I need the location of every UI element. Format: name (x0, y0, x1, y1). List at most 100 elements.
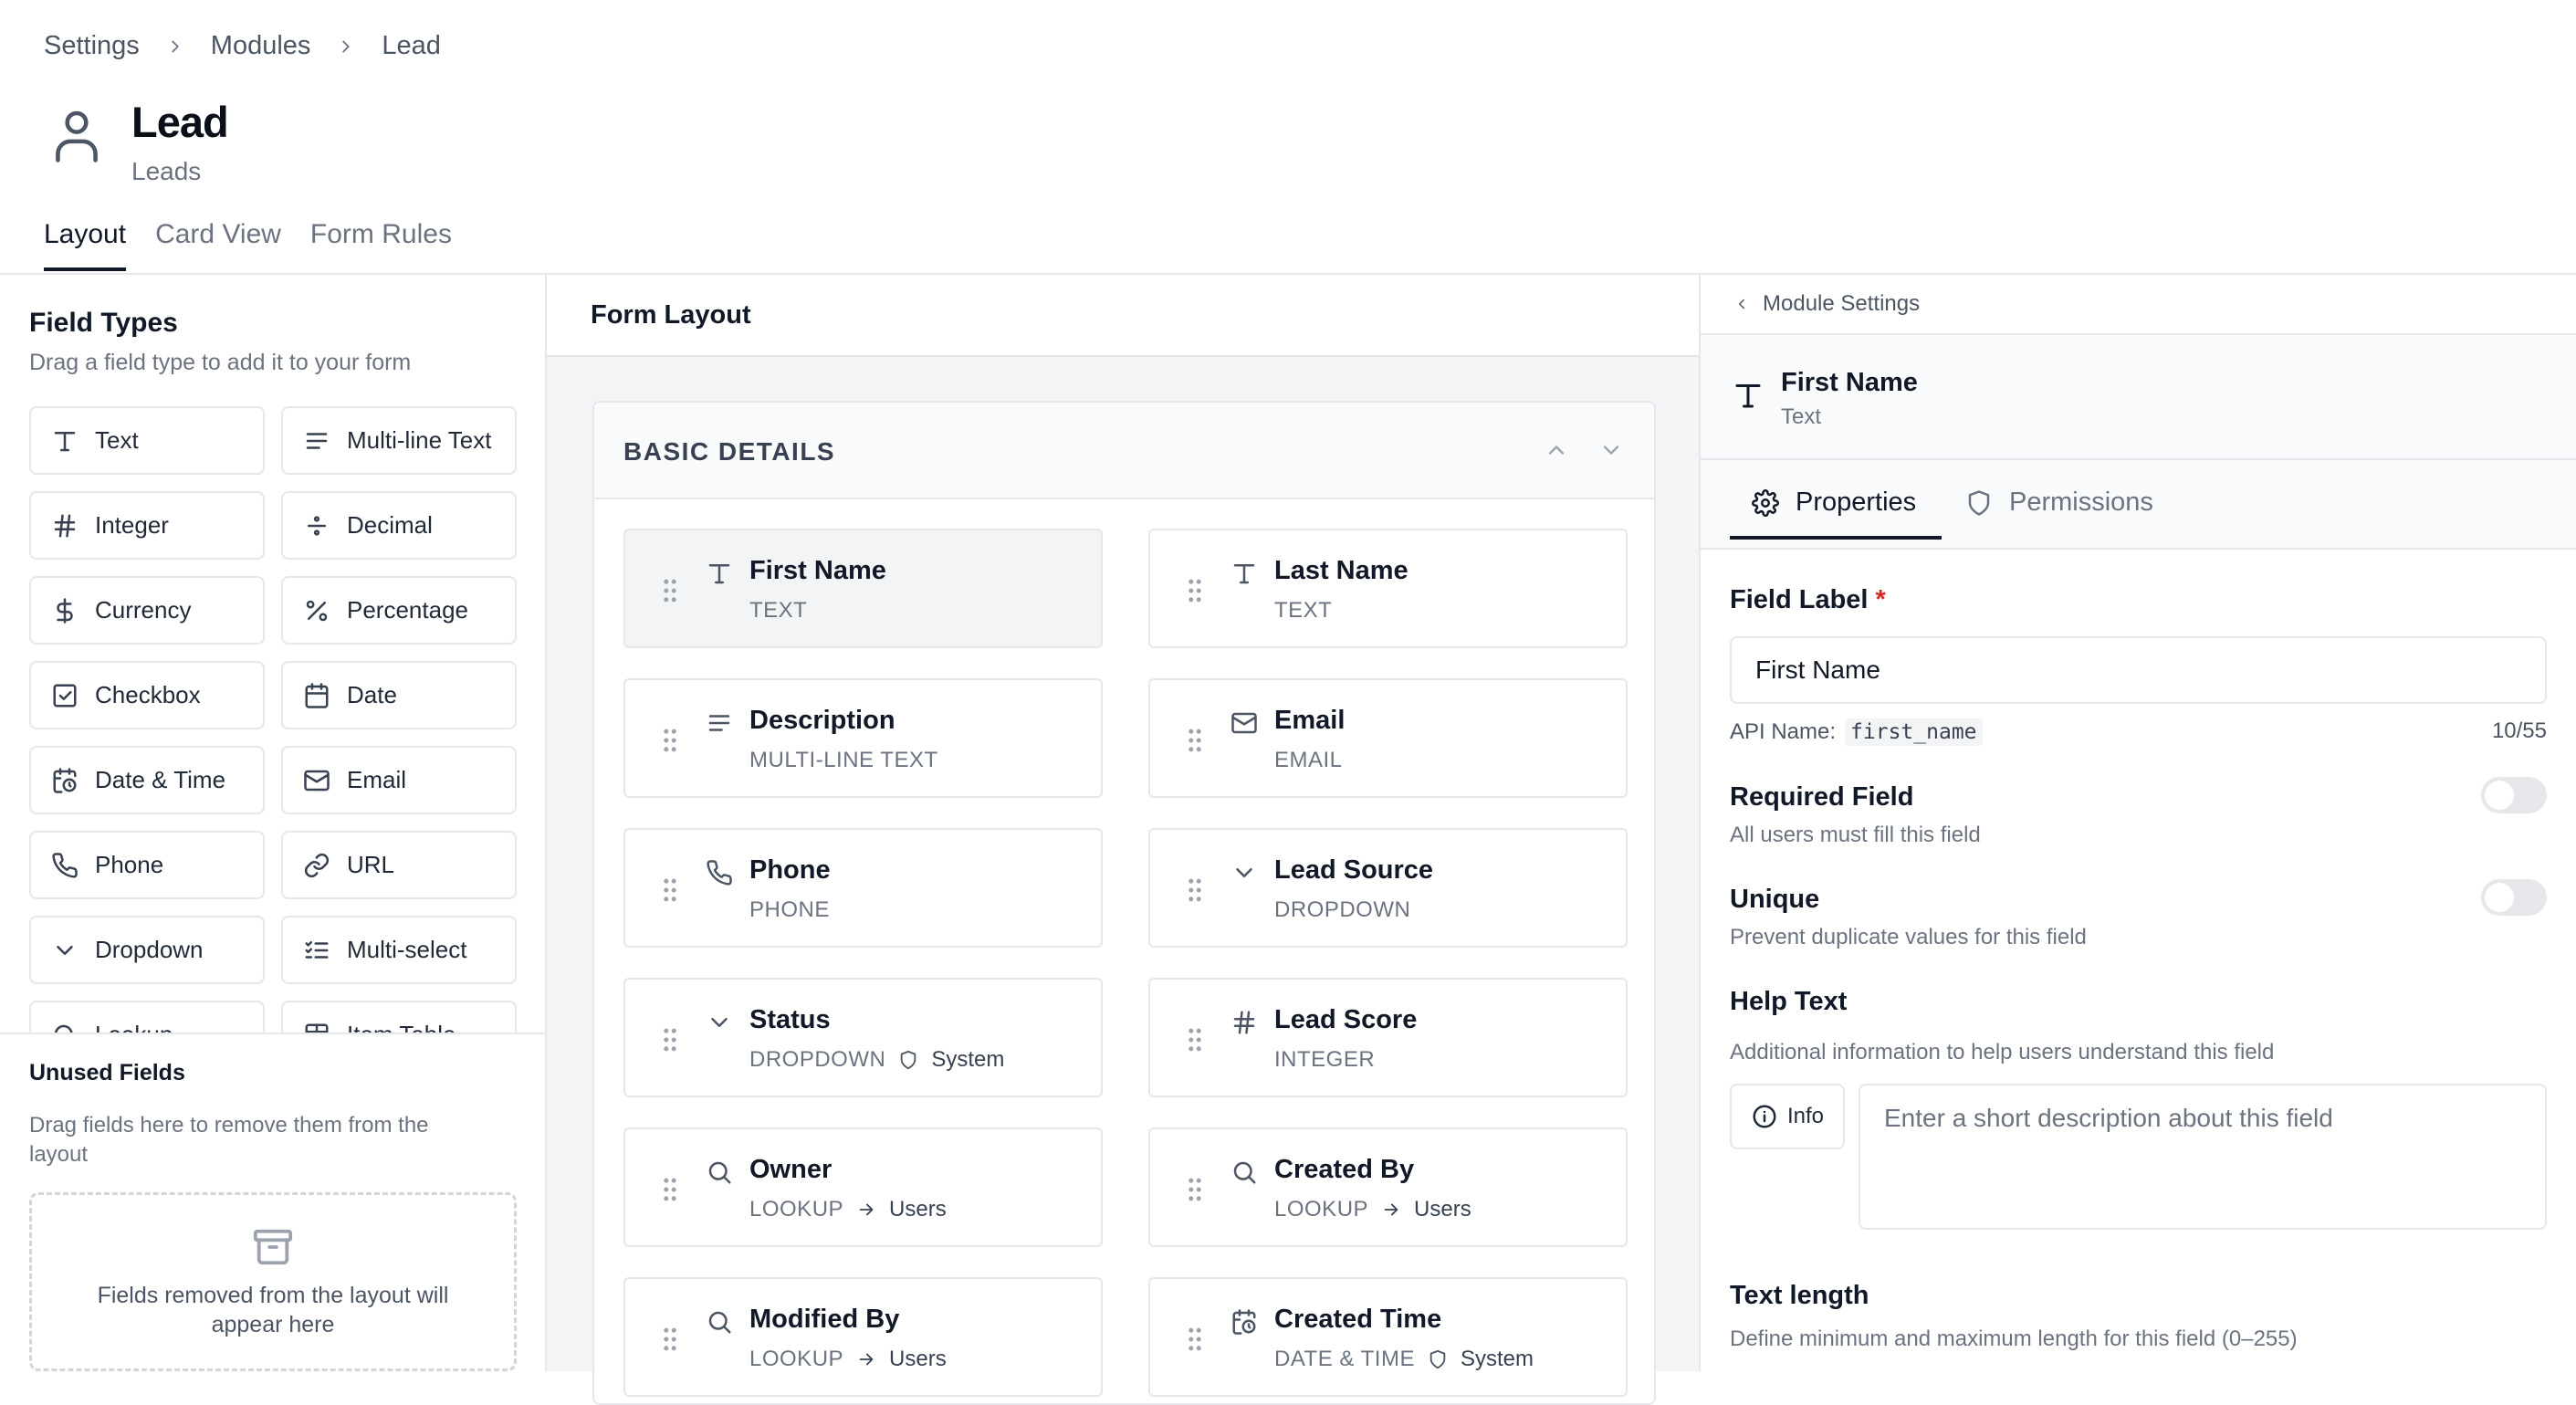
field-card-lead-score[interactable]: Lead Score INTEGER (1148, 978, 1628, 1097)
field-type-label: Multi-line Text (347, 426, 492, 454)
drag-handle-icon[interactable] (662, 1177, 678, 1202)
drag-handle-icon[interactable] (1187, 1027, 1203, 1053)
module-tabs: Layout Card View Form Rules (44, 219, 452, 271)
field-type-text[interactable]: Text (29, 406, 265, 475)
calendar-clock-icon (1232, 1309, 1256, 1335)
field-card-name: Last Name (1274, 556, 1408, 585)
field-type-percentage[interactable]: Percentage (281, 576, 517, 645)
chevron-right-icon (172, 40, 179, 52)
shield-icon (1968, 489, 1990, 516)
search-icon (1233, 1161, 1256, 1184)
drag-handle-icon[interactable] (1187, 1326, 1203, 1352)
field-card-created-time[interactable]: Created Time DATE & TIME System (1148, 1277, 1628, 1397)
unique-toggle[interactable] (2481, 879, 2547, 916)
drag-handle-icon[interactable] (1187, 1177, 1203, 1202)
help-text-type-button[interactable]: Info (1730, 1084, 1845, 1149)
field-type-integer[interactable]: Integer (29, 491, 265, 560)
field-type-dropdown[interactable]: Dropdown (29, 916, 265, 984)
field-type-decimal[interactable]: Decimal (281, 491, 517, 560)
field-card-created-by[interactable]: Created By LOOKUP Users (1148, 1127, 1628, 1247)
field-card-type: DROPDOWN System (749, 1047, 1004, 1073)
field-card-status[interactable]: Status DROPDOWN System (623, 978, 1103, 1097)
hash-icon (54, 514, 76, 537)
back-to-module-settings[interactable]: Module Settings (1701, 275, 2576, 335)
field-card-first-name[interactable]: First Name TEXT (623, 529, 1103, 648)
search-icon (708, 1161, 731, 1184)
drag-handle-icon[interactable] (662, 578, 678, 603)
drag-handle-icon[interactable] (1187, 728, 1203, 753)
field-label-input[interactable]: First Name (1730, 636, 2547, 704)
field-type-multi-select[interactable]: Multi-select (281, 916, 517, 984)
arrow-right-icon (1384, 1203, 1398, 1216)
field-type-lookup[interactable]: Lookup (29, 1001, 265, 1034)
form-layout-panel: Form Layout BASIC DETAILS First Name TEX… (547, 275, 1701, 1405)
field-card-email[interactable]: Email EMAIL (1148, 678, 1628, 798)
drag-handle-icon[interactable] (662, 728, 678, 753)
tab-layout[interactable]: Layout (44, 219, 127, 271)
field-type-label: Dropdown (95, 936, 204, 963)
breadcrumb-modules[interactable]: Modules (211, 31, 311, 61)
field-type-currency[interactable]: Currency (29, 576, 265, 645)
page-header: Settings Modules Lead Lead Leads Layout … (0, 0, 2576, 275)
field-type-checkbox[interactable]: Checkbox (29, 661, 265, 729)
required-field-hint: All users must fill this field (1730, 823, 1981, 847)
calendar-clock-icon (53, 767, 77, 793)
info-icon (1753, 1105, 1776, 1128)
section-label: BASIC DETAILS (623, 437, 836, 466)
unique-hint: Prevent duplicate values for this field (1730, 925, 2087, 949)
field-card-type: LOOKUP Users (749, 1347, 947, 1372)
field-type-url[interactable]: URL (281, 831, 517, 899)
chevron-up-icon[interactable] (1544, 437, 1569, 463)
field-type-label: URL (347, 851, 395, 878)
field-card-description[interactable]: Description MULTI-LINE TEXT (623, 678, 1103, 798)
field-type-label: Integer (95, 511, 169, 539)
unused-fields-dropzone[interactable]: Fields removed from the layout will appe… (29, 1192, 517, 1371)
active-tab-indicator (1730, 536, 1942, 540)
lookup-target: Users (1414, 1197, 1471, 1222)
field-type-multiline-text[interactable]: Multi-line Text (281, 406, 517, 475)
field-type-date-time[interactable]: Date & Time (29, 746, 265, 814)
required-field-toggle[interactable] (2481, 777, 2547, 813)
field-type-item-table[interactable]: Item Table (281, 1001, 517, 1034)
drag-handle-icon[interactable] (1187, 877, 1203, 903)
field-type-label: Email (347, 766, 407, 793)
field-card-type: MULTI-LINE TEXT (749, 748, 938, 773)
field-type-phone[interactable]: Phone (29, 831, 265, 899)
field-card-lead-source[interactable]: Lead Source DROPDOWN (1148, 828, 1628, 948)
drag-handle-icon[interactable] (662, 1027, 678, 1053)
chevron-down-icon[interactable] (1598, 437, 1624, 463)
field-card-name: Lead Score (1274, 1005, 1418, 1034)
drag-handle-icon[interactable] (1187, 578, 1203, 603)
drag-handle-icon[interactable] (662, 1326, 678, 1352)
field-type-text: INTEGER (1274, 1047, 1376, 1072)
phone-icon (707, 860, 732, 886)
tab-properties[interactable]: Properties (1752, 488, 1916, 518)
text-length-label: Text length (1730, 1281, 1869, 1310)
field-type-date[interactable]: Date (281, 661, 517, 729)
tab-card-view[interactable]: Card View (155, 219, 281, 268)
field-card-type: TEXT (749, 598, 807, 624)
field-types-panel: Field Types Drag a field type to add it … (0, 275, 547, 1371)
field-card-modified-by[interactable]: Modified By LOOKUP Users (623, 1277, 1103, 1397)
field-label-heading: Field Label * (1730, 585, 1886, 615)
field-card-last-name[interactable]: Last Name TEXT (1148, 529, 1628, 648)
breadcrumb: Settings Modules Lead (44, 31, 441, 61)
help-text-input[interactable]: Enter a short description about this fie… (1859, 1084, 2547, 1230)
selected-field-summary: First Name Text (1701, 335, 2576, 460)
field-type-label: Date & Time (95, 766, 226, 793)
drag-handle-icon[interactable] (662, 877, 678, 903)
field-card-type: PHONE (749, 897, 830, 923)
field-card-phone[interactable]: Phone PHONE (623, 828, 1103, 948)
tab-permissions[interactable]: Permissions (1965, 488, 2153, 518)
section-basic-details: BASIC DETAILS First Name TEXT Last Name … (592, 401, 1656, 1405)
multiline-icon (708, 715, 730, 731)
field-type-text: LOOKUP (749, 1347, 844, 1371)
shield-icon (1429, 1349, 1446, 1369)
mail-icon (1231, 712, 1257, 734)
field-card-owner[interactable]: Owner LOOKUP Users (623, 1127, 1103, 1247)
field-type-text: EMAIL (1274, 748, 1343, 772)
field-type-text: DATE & TIME (1274, 1347, 1415, 1371)
breadcrumb-settings[interactable]: Settings (44, 31, 140, 61)
tab-form-rules[interactable]: Form Rules (310, 219, 452, 268)
field-type-email[interactable]: Email (281, 746, 517, 814)
